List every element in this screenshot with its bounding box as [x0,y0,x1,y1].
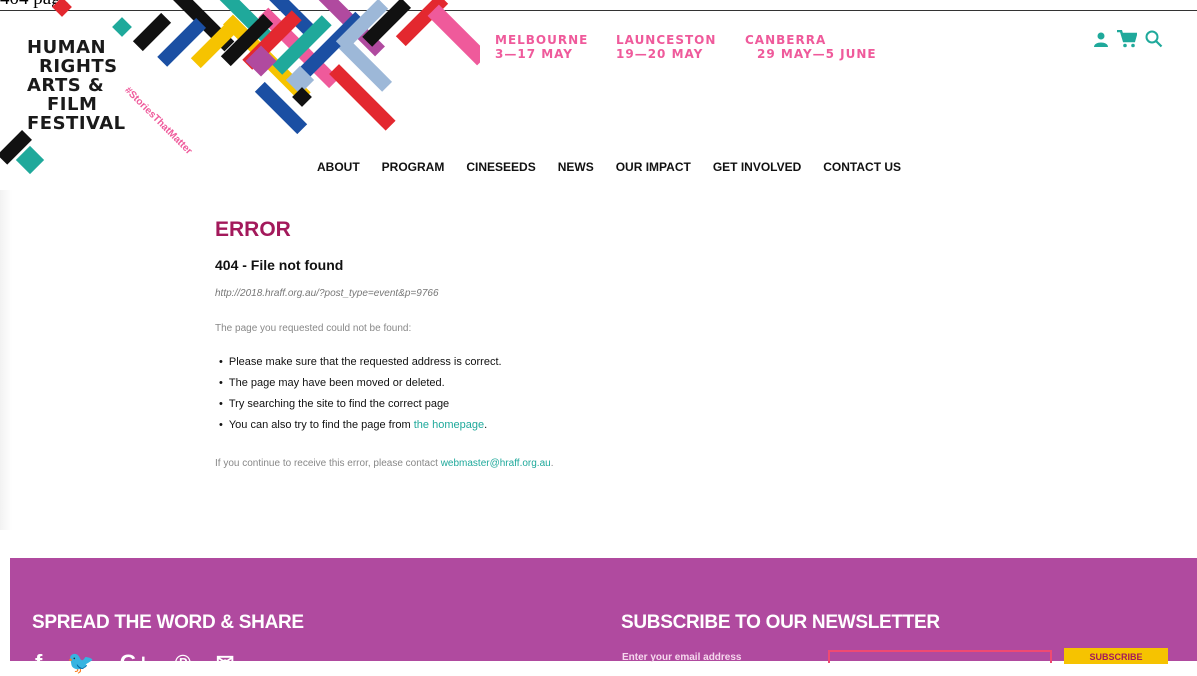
homepage-link[interactable]: the homepage [414,419,484,431]
logo-line: FILM [47,94,98,115]
list-item: Please make sure that the requested addr… [215,357,502,368]
nav-news[interactable]: NEWS [558,160,594,174]
error-message: The page you requested could not be foun… [215,323,412,334]
festival-logo-wordmark[interactable]: HUMAN RIGHTS ARTS & FILM FESTIVAL [27,38,126,133]
list-item-text: You can also try to find the page from [228,419,414,431]
google-plus-icon[interactable]: G+ [120,650,150,676]
cart-icon[interactable] [1117,29,1138,53]
city-dates: 19—20 MAY [616,47,704,61]
share-heading: SPREAD THE WORD & SHARE [32,612,304,633]
header-icons [1093,29,1163,53]
city-launceston[interactable]: LAUNCESTON 19—20 MAY [616,33,716,61]
list-item-end: . [484,419,488,431]
error-title: ERROR [215,218,291,241]
twitter-icon[interactable]: 🐦 [67,650,94,676]
content-side-shadow [0,190,12,530]
error-contact: If you continue to receive this error, p… [215,458,554,469]
logo-line: HUMAN [27,37,107,58]
subscribe-button[interactable]: SUBSCRIBE [1064,648,1168,664]
city-canberra[interactable]: CANBERRA 29 MAY—5 JUNE [745,33,877,61]
city-name: CANBERRA [745,33,827,47]
search-icon[interactable] [1145,30,1163,53]
nav-cineseeds[interactable]: CINESEEDS [466,160,535,174]
pinterest-icon[interactable]: ℗ [175,650,191,676]
nav-about[interactable]: ABOUT [317,160,360,174]
nav-contact-us[interactable]: CONTACT US [823,160,901,174]
logo-line: ARTS & [27,75,105,96]
error-subtitle: 404 - File not found [215,257,344,273]
city-name: LAUNCESTON [616,33,717,47]
nav-program[interactable]: PROGRAM [382,160,445,174]
city-melbourne[interactable]: MELBOURNE 3—17 MAY [495,33,588,61]
contact-suffix: . [550,458,554,469]
nav-get-involved[interactable]: GET INVOLVED [713,160,801,174]
city-dates: 3—17 MAY [495,47,573,61]
error-suggestions: Please make sure that the requested addr… [215,357,502,441]
logo-line: FESTIVAL [27,113,126,134]
social-icons: f 🐦 G+ ℗ ✉ [35,650,234,676]
newsletter-heading: SUBSCRIBE TO OUR NEWSLETTER [621,612,940,633]
logo-line: RIGHTS [39,56,118,77]
list-item: Try searching the site to find the corre… [215,399,502,410]
list-item: You can also try to find the page from t… [215,420,502,431]
city-dates: 29 MAY—5 JUNE [757,47,877,61]
webmaster-email-link[interactable]: webmaster@hraff.org.au [441,458,551,469]
contact-prefix: If you continue to receive this error, p… [215,458,441,469]
city-name: MELBOURNE [495,33,589,47]
nav-our-impact[interactable]: OUR IMPACT [616,160,691,174]
main-nav: ABOUT PROGRAM CINESEEDS NEWS OUR IMPACT … [317,160,923,174]
user-icon[interactable] [1093,31,1109,52]
facebook-icon[interactable]: f [35,650,42,676]
email-icon[interactable]: ✉ [216,650,234,676]
email-field-highlight [828,650,1052,663]
list-item: The page may have been moved or deleted. [215,378,502,389]
footer: SPREAD THE WORD & SHARE SUBSCRIBE TO OUR… [10,558,1197,675]
error-url: http://2018.hraff.org.au/?post_type=even… [215,288,439,299]
